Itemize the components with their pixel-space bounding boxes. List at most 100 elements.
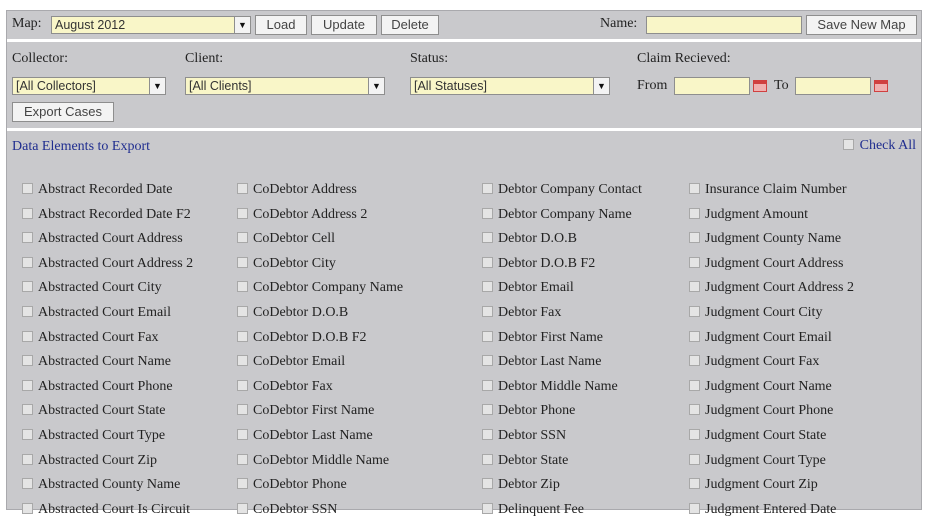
data-element-checkbox[interactable]: [482, 281, 493, 293]
data-element-checkbox[interactable]: [237, 502, 248, 514]
data-element-option[interactable]: Abstracted Court Zip: [22, 449, 193, 474]
data-element-option[interactable]: Debtor D.O.B: [482, 227, 642, 252]
data-element-option[interactable]: Abstracted Court Is Circuit: [22, 498, 193, 522]
data-element-checkbox[interactable]: [22, 183, 33, 194]
data-element-checkbox[interactable]: [482, 207, 493, 219]
data-element-option[interactable]: Debtor D.O.B F2: [482, 252, 642, 277]
data-element-option[interactable]: Debtor Email: [482, 276, 642, 301]
export-cases-button[interactable]: Export Cases: [12, 102, 114, 122]
data-element-option[interactable]: Debtor State: [482, 449, 642, 474]
from-date-input[interactable]: [674, 77, 750, 95]
data-element-option[interactable]: Judgment Court Zip: [689, 473, 854, 498]
data-element-option[interactable]: Judgment Amount: [689, 203, 854, 228]
data-element-checkbox[interactable]: [22, 281, 33, 293]
data-element-checkbox[interactable]: [689, 207, 700, 219]
data-element-option[interactable]: Debtor Company Name: [482, 203, 642, 228]
data-element-option[interactable]: CoDebtor Middle Name: [237, 449, 403, 474]
data-element-option[interactable]: Abstracted Court Type: [22, 424, 193, 449]
data-element-checkbox[interactable]: [237, 404, 248, 416]
data-element-option[interactable]: Insurance Claim Number: [689, 178, 854, 203]
data-element-checkbox[interactable]: [689, 379, 700, 391]
data-element-checkbox[interactable]: [237, 453, 248, 465]
status-select[interactable]: [All Statuses] ▼: [410, 77, 610, 95]
data-element-option[interactable]: Debtor Last Name: [482, 350, 642, 375]
data-element-checkbox[interactable]: [237, 183, 248, 194]
data-element-option[interactable]: Debtor SSN: [482, 424, 642, 449]
data-element-checkbox[interactable]: [22, 404, 33, 416]
data-element-checkbox[interactable]: [22, 232, 33, 244]
data-element-checkbox[interactable]: [482, 256, 493, 268]
data-element-checkbox[interactable]: [237, 256, 248, 268]
delete-button[interactable]: Delete: [381, 15, 439, 35]
data-element-option[interactable]: CoDebtor SSN: [237, 498, 403, 522]
data-element-option[interactable]: CoDebtor D.O.B F2: [237, 326, 403, 351]
data-element-option[interactable]: CoDebtor City: [237, 252, 403, 277]
data-element-option[interactable]: Judgment Entered Date: [689, 498, 854, 522]
data-element-checkbox[interactable]: [237, 428, 248, 440]
data-element-option[interactable]: Abstracted Court Fax: [22, 326, 193, 351]
data-element-checkbox[interactable]: [237, 379, 248, 391]
update-button[interactable]: Update: [311, 15, 377, 35]
data-element-option[interactable]: Judgment Court Address: [689, 252, 854, 277]
data-element-checkbox[interactable]: [689, 453, 700, 465]
data-element-option[interactable]: Debtor Company Contact: [482, 178, 642, 203]
data-element-option[interactable]: CoDebtor Company Name: [237, 276, 403, 301]
data-element-checkbox[interactable]: [22, 256, 33, 268]
data-element-checkbox[interactable]: [482, 428, 493, 440]
data-element-option[interactable]: Judgment Court Address 2: [689, 276, 854, 301]
data-element-checkbox[interactable]: [689, 256, 700, 268]
data-element-option[interactable]: Abstracted County Name: [22, 473, 193, 498]
data-element-checkbox[interactable]: [482, 453, 493, 465]
data-element-option[interactable]: Judgment Court Email: [689, 326, 854, 351]
data-element-checkbox[interactable]: [482, 478, 493, 490]
data-element-checkbox[interactable]: [482, 355, 493, 367]
check-all-control[interactable]: Check All: [843, 138, 916, 154]
calendar-icon[interactable]: [874, 80, 888, 92]
data-element-checkbox[interactable]: [482, 183, 493, 194]
data-element-option[interactable]: Judgment Court Phone: [689, 399, 854, 424]
data-element-checkbox[interactable]: [689, 502, 700, 514]
data-element-checkbox[interactable]: [689, 183, 700, 194]
data-element-checkbox[interactable]: [22, 379, 33, 391]
data-element-checkbox[interactable]: [22, 453, 33, 465]
data-element-checkbox[interactable]: [482, 305, 493, 317]
collector-select[interactable]: [All Collectors] ▼: [12, 77, 166, 95]
data-element-option[interactable]: Abstracted Court Address: [22, 227, 193, 252]
data-element-option[interactable]: Abstracted Court Email: [22, 301, 193, 326]
data-element-checkbox[interactable]: [22, 207, 33, 219]
check-all-checkbox[interactable]: [843, 139, 855, 150]
data-element-checkbox[interactable]: [22, 502, 33, 514]
data-element-option[interactable]: CoDebtor D.O.B: [237, 301, 403, 326]
data-element-checkbox[interactable]: [237, 281, 248, 293]
data-element-checkbox[interactable]: [22, 355, 33, 367]
data-element-checkbox[interactable]: [237, 330, 248, 342]
data-element-option[interactable]: Debtor Middle Name: [482, 375, 642, 400]
data-element-checkbox[interactable]: [689, 404, 700, 416]
data-element-checkbox[interactable]: [22, 305, 33, 317]
data-element-checkbox[interactable]: [22, 478, 33, 490]
data-element-option[interactable]: CoDebtor Cell: [237, 227, 403, 252]
data-element-option[interactable]: Abstracted Court Address 2: [22, 252, 193, 277]
data-element-option[interactable]: CoDebtor Address: [237, 178, 403, 203]
data-element-option[interactable]: Abstracted Court City: [22, 276, 193, 301]
data-element-option[interactable]: Abstract Recorded Date F2: [22, 203, 193, 228]
data-element-option[interactable]: Debtor Fax: [482, 301, 642, 326]
to-date-input[interactable]: [795, 77, 871, 95]
data-element-checkbox[interactable]: [689, 232, 700, 244]
data-element-checkbox[interactable]: [237, 355, 248, 367]
data-element-checkbox[interactable]: [237, 305, 248, 317]
map-select[interactable]: August 2012 ▼: [51, 16, 251, 34]
data-element-checkbox[interactable]: [689, 428, 700, 440]
map-name-input[interactable]: [646, 16, 802, 34]
data-element-option[interactable]: CoDebtor Fax: [237, 375, 403, 400]
data-element-checkbox[interactable]: [482, 330, 493, 342]
data-element-option[interactable]: CoDebtor First Name: [237, 399, 403, 424]
data-element-option[interactable]: CoDebtor Last Name: [237, 424, 403, 449]
data-element-option[interactable]: Judgment Court City: [689, 301, 854, 326]
data-element-option[interactable]: Abstract Recorded Date: [22, 178, 193, 203]
data-element-checkbox[interactable]: [689, 478, 700, 490]
calendar-icon[interactable]: [753, 80, 767, 92]
data-element-option[interactable]: Judgment Court Type: [689, 449, 854, 474]
data-element-option[interactable]: Debtor Zip: [482, 473, 642, 498]
load-button[interactable]: Load: [255, 15, 307, 35]
